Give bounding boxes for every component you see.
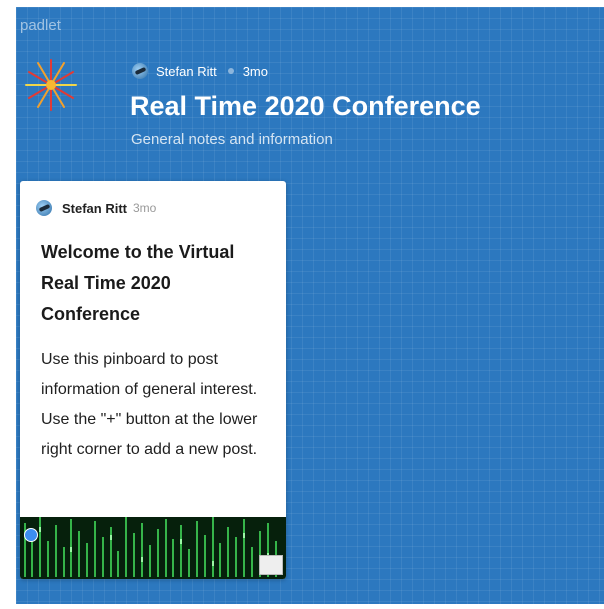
post-author-meta: Stefan Ritt 3mo [36, 200, 156, 216]
thumbnail-icon [259, 555, 283, 575]
firework-icon [25, 59, 77, 111]
padlet-logo[interactable]: padlet [20, 17, 61, 34]
board-author-meta: Stefan Ritt 3mo [132, 63, 268, 79]
padlet-board: padlet Stefan Ritt 3mo Real Time 2020 Co… [16, 7, 604, 604]
board-author-name[interactable]: Stefan Ritt [156, 64, 217, 79]
board-timestamp: 3mo [242, 63, 268, 79]
page-frame: padlet Stefan Ritt 3mo Real Time 2020 Co… [0, 0, 604, 609]
post-author-name[interactable]: Stefan Ritt [62, 201, 127, 216]
post-body: Use this pinboard to post information of… [41, 351, 258, 458]
post-title: Welcome to the Virtual Real Time 2020 Co… [41, 242, 235, 324]
board-subtitle: General notes and information [131, 131, 333, 148]
post-card[interactable]: Stefan Ritt 3mo Welcome to the Virtual R… [20, 181, 286, 579]
post-attachment-image[interactable] [20, 517, 286, 579]
board-title: Real Time 2020 Conference [130, 91, 481, 121]
avatar[interactable] [132, 63, 148, 79]
zoom-icon [24, 528, 38, 542]
separator-dot [227, 68, 234, 74]
avatar[interactable] [36, 200, 52, 216]
matrix-code-image [20, 517, 286, 579]
post-timestamp: 3mo [133, 201, 157, 215]
